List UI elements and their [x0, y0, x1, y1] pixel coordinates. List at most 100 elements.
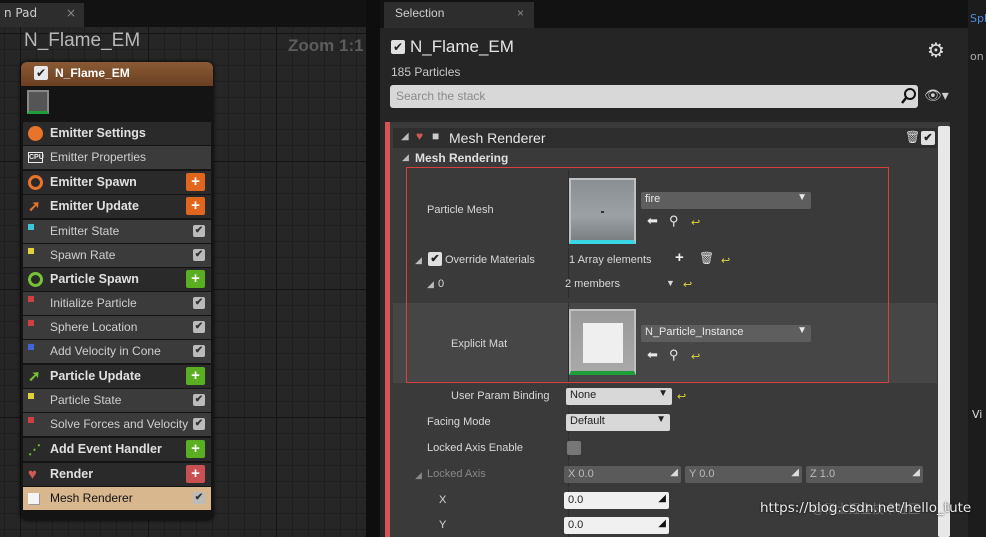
- facing-mode-combo[interactable]: Default ▼: [566, 414, 670, 431]
- module-icon: [28, 417, 34, 423]
- stack-item[interactable]: Particle State ✔: [23, 389, 211, 412]
- particle-update-icon: ➚: [28, 368, 41, 385]
- locked-axis-enable-checkbox[interactable]: [567, 441, 581, 455]
- add-module-button[interactable]: +: [186, 465, 205, 483]
- mesh-renderer-header[interactable]: ◢ ♥ ■ Mesh Renderer 🗑 ✔: [393, 128, 937, 148]
- stack-item-label: Sphere Location: [50, 320, 138, 334]
- search-input[interactable]: Search the stack: [390, 85, 918, 108]
- watermark: https://blog.csdn.net/hello_tute: [760, 500, 972, 516]
- stack-item[interactable]: ♥ Render +: [23, 463, 211, 486]
- y-value: 0.0: [568, 519, 584, 531]
- event-handler-icon: ⋰: [28, 442, 41, 457]
- facing-mode-value: Default: [570, 415, 605, 427]
- zoom-label: Zoom 1:1: [288, 36, 364, 55]
- stack-item[interactable]: Mesh Renderer ✔: [23, 487, 211, 510]
- stack-item[interactable]: ➚ Emitter Update +: [23, 195, 211, 218]
- module-enabled-checkbox[interactable]: ✔: [193, 225, 205, 237]
- chevron-down-icon: ▼: [658, 388, 668, 399]
- add-module-button[interactable]: +: [186, 440, 205, 458]
- selection-tab-close-icon[interactable]: ×: [517, 6, 524, 20]
- stack-item[interactable]: Sphere Location ✔: [23, 316, 211, 339]
- collapse-arrow-icon[interactable]: ◢: [415, 470, 422, 481]
- module-enabled-checkbox[interactable]: ✔: [193, 345, 205, 357]
- add-module-button[interactable]: +: [186, 173, 205, 191]
- add-module-button[interactable]: +: [186, 270, 205, 288]
- stack-item[interactable]: Add Velocity in Cone ✔: [23, 340, 211, 363]
- stack-item-label: Emitter State: [50, 224, 120, 238]
- mesh-rendering-category[interactable]: ◢ Mesh Rendering: [393, 150, 937, 168]
- emitter-node[interactable]: ✔ N_Flame_EM Emitter Settings CPU Emitter …: [21, 62, 213, 520]
- adjacent-panel-text-low: Vi: [972, 408, 983, 421]
- add-module-button[interactable]: +: [186, 197, 205, 215]
- add-module-button[interactable]: +: [186, 367, 205, 385]
- mesh-renderer-enabled-checkbox[interactable]: ✔: [921, 131, 935, 145]
- particle-spawn-icon: [28, 272, 43, 287]
- stack-item-label: Emitter Update: [50, 199, 139, 213]
- module-enabled-checkbox[interactable]: ✔: [193, 321, 205, 333]
- drag-handle-icon: ◢: [670, 467, 678, 478]
- emitter-node-header[interactable]: ✔ N_Flame_EM: [21, 62, 213, 86]
- stack-item[interactable]: ➚ Particle Update +: [23, 365, 211, 388]
- module-enabled-checkbox[interactable]: ✔: [193, 492, 205, 504]
- collapse-arrow-icon[interactable]: ◢: [401, 131, 409, 142]
- stack-item[interactable]: Solve Forces and Velocity ✔: [23, 413, 211, 436]
- module-icon: [28, 296, 34, 302]
- stack-item[interactable]: Spawn Rate ✔: [23, 244, 211, 267]
- stack-item-label: Emitter Properties: [50, 150, 147, 164]
- collapse-arrow-icon[interactable]: ◢: [402, 152, 409, 163]
- y-row: Y 0.0 ◢: [393, 514, 937, 537]
- graph-tab-close-icon[interactable]: ×: [66, 6, 76, 20]
- facing-mode-row: Facing Mode Default ▼: [393, 411, 937, 435]
- user-param-binding-value: None: [570, 389, 597, 401]
- stack-item[interactable]: Initialize Particle ✔: [23, 292, 211, 315]
- module-enabled-checkbox[interactable]: ✔: [193, 297, 205, 309]
- module-enabled-checkbox[interactable]: ✔: [193, 249, 205, 261]
- locked-axis-y-field[interactable]: Y 0.0 ◢: [685, 466, 802, 483]
- delete-trash-icon[interactable]: 🗑: [905, 130, 920, 144]
- emitter-enabled-checkbox[interactable]: ✔: [34, 66, 48, 80]
- chevron-down-icon: ▼: [656, 414, 666, 425]
- stack-item-label: Add Velocity in Cone: [50, 344, 161, 358]
- locked-axis-x-field[interactable]: X 0.0 ◢: [564, 466, 681, 483]
- highlight-box: [406, 167, 889, 383]
- stack-item[interactable]: ⋰ Add Event Handler +: [23, 438, 211, 461]
- emitter-thumbnail[interactable]: [27, 90, 49, 114]
- y-field[interactable]: 0.0 ◢: [564, 517, 669, 534]
- stack-item[interactable]: Emitter State ✔: [23, 220, 211, 243]
- selection-enabled-checkbox[interactable]: ✔: [391, 40, 405, 54]
- locked-axis-enable-row: Locked Axis Enable: [393, 437, 937, 461]
- x-field[interactable]: 0.0 ◢: [564, 492, 669, 509]
- emitter-settings-icon: [28, 126, 43, 141]
- user-param-binding-combo[interactable]: None ▼: [566, 388, 672, 405]
- search-icon[interactable]: [900, 87, 918, 105]
- stack-item-label: Particle State: [50, 393, 122, 407]
- stack-item[interactable]: Emitter Spawn +: [23, 171, 211, 194]
- adjacent-panel-edge: Sph on Vi: [968, 0, 986, 537]
- stack-item[interactable]: CPU Emitter Properties: [23, 146, 211, 169]
- gear-icon[interactable]: ⚙: [927, 38, 945, 62]
- emitter-node-title: N_Flame_EM: [55, 66, 130, 80]
- vertical-scrollbar[interactable]: [938, 126, 950, 537]
- graph-tab[interactable]: n Pad ×: [0, 3, 84, 27]
- locked-axis-enable-label: Locked Axis Enable: [427, 442, 524, 454]
- panel-divider: [366, 0, 380, 537]
- stack-item-label: Emitter Settings: [50, 126, 146, 140]
- locked-axis-y-value: Y 0.0: [689, 468, 715, 480]
- locked-axis-z-field[interactable]: Z 1.0 ◢: [806, 466, 923, 483]
- graph-title: N_Flame_EM: [24, 30, 141, 51]
- module-icon: [28, 320, 34, 326]
- selection-tab[interactable]: Selection ×: [384, 2, 534, 28]
- selection-tab-bar: Selection ×: [380, 0, 968, 28]
- facing-mode-label: Facing Mode: [427, 416, 491, 428]
- reset-to-default-icon[interactable]: ↩: [677, 390, 686, 403]
- module-enabled-checkbox[interactable]: ✔: [193, 394, 205, 406]
- particle-count: 185 Particles: [391, 65, 461, 79]
- selection-title: N_Flame_EM: [410, 37, 514, 56]
- module-enabled-checkbox[interactable]: ✔: [193, 418, 205, 430]
- y-label: Y: [439, 519, 447, 531]
- stack-item[interactable]: Particle Spawn +: [23, 268, 211, 291]
- stack-item[interactable]: Emitter Settings: [23, 122, 211, 145]
- stack-item-label: Render: [50, 467, 94, 481]
- visibility-eye-icon[interactable]: 👁▾: [924, 88, 949, 104]
- drag-handle-icon: ◢: [791, 467, 799, 478]
